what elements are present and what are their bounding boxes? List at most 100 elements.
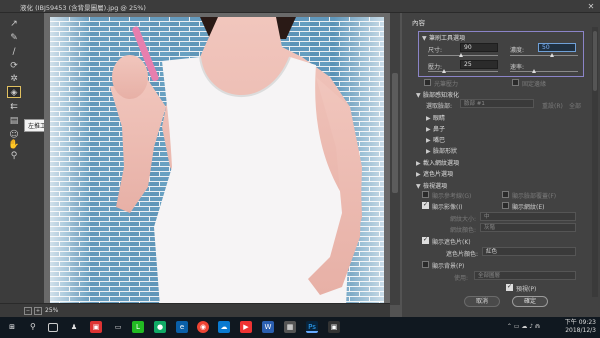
preview-checkbox[interactable]	[506, 283, 513, 291]
reconstruct-tool-icon[interactable]: ✎	[7, 32, 21, 44]
green-app-icon[interactable]: ●	[154, 321, 166, 333]
load-mesh-header[interactable]: ▶ 載入網紋選項	[416, 158, 459, 167]
smooth-tool-icon[interactable]: ∕	[7, 46, 21, 58]
task-view-icon[interactable]	[48, 323, 58, 332]
windows-start-icon[interactable]: ⊞	[6, 321, 18, 333]
twirl-tool-icon[interactable]: ⟳	[7, 60, 21, 72]
preview-image[interactable]	[50, 17, 384, 307]
red-app-icon[interactable]: ▣	[90, 321, 102, 333]
eyes-section[interactable]: ▶ 眼睛	[426, 113, 445, 122]
mesh-size-label: 網紋大小:	[450, 216, 477, 223]
show-image-label: 顯示影像(I)	[432, 204, 463, 211]
expand-triangle-icon: ▶	[416, 160, 421, 167]
show-image-checkbox[interactable]	[422, 201, 429, 209]
zoom-out-icon[interactable]: −	[24, 307, 32, 315]
photoshop-app-icon[interactable]: Ps	[306, 321, 318, 333]
preview-photo	[50, 17, 384, 307]
size-field[interactable]: 90	[460, 43, 498, 52]
forward-warp-tool-icon[interactable]: ↗	[7, 18, 21, 30]
face-aware-header[interactable]: ▼ 臉部感知液化	[416, 90, 459, 99]
use-dropdown[interactable]: 全部圖層	[474, 271, 576, 280]
system-tray-icons[interactable]: ⌃ ▭ ☁ ♪ ⋒	[507, 323, 540, 330]
mesh-size-dropdown[interactable]: 中	[480, 212, 576, 221]
size-slider[interactable]	[428, 55, 498, 56]
clock[interactable]: 下午 09:23 2018/12/3	[565, 319, 596, 335]
mask-color-label: 遮色片顏色:	[446, 251, 479, 258]
folder-icon[interactable]: ▭	[112, 321, 124, 333]
mask-color-dropdown[interactable]: 紅色	[482, 247, 576, 256]
zoom-level[interactable]: 25%	[45, 307, 58, 314]
pressure-slider[interactable]	[428, 71, 498, 72]
pucker-tool-icon[interactable]: ✲	[7, 73, 21, 85]
density-field[interactable]: 50	[538, 43, 576, 52]
line-app-icon[interactable]: L	[132, 321, 144, 333]
density-label: 濃度:	[510, 47, 525, 54]
pressure-slider-knob[interactable]	[442, 69, 446, 73]
pin-edges-checkbox[interactable]	[512, 79, 519, 86]
edge-browser-icon[interactable]: e	[176, 321, 188, 333]
liquify-toolbar: ↗ ✎ ∕ ⟳ ✲ ◈ ⇇ ▤ ☺ ✋ ⚲ 左推工具 (O)	[0, 13, 68, 305]
collapse-triangle-icon: ▼	[422, 35, 427, 42]
panel-title: 內容	[412, 19, 425, 27]
bloat-tool-icon[interactable]: ◈	[7, 86, 21, 98]
clock-time: 下午 09:23	[564, 319, 596, 326]
show-guides-checkbox[interactable]	[422, 191, 429, 198]
ok-button[interactable]: 確定	[512, 296, 548, 307]
freeze-mask-tool-icon[interactable]: ▤	[7, 115, 21, 127]
density-slider-knob[interactable]	[550, 53, 554, 57]
scrollbar-thumb[interactable]	[392, 73, 398, 193]
canvas-scrollbar[interactable]	[390, 13, 400, 305]
show-mesh-checkbox[interactable]	[502, 202, 509, 209]
size-slider-knob[interactable]	[459, 53, 463, 57]
zoom-in-icon[interactable]: +	[34, 307, 42, 315]
windows-taskbar: ⊞ ⚲ ♟ ▣ ▭ L ● e ◉ ☁ ▶ W ▦ Ps ▣ ⌃ ▭ ☁ ♪ ⋒…	[0, 317, 600, 338]
show-backdrop-checkbox[interactable]	[422, 261, 429, 268]
show-face-overlay-checkbox[interactable]	[502, 191, 509, 198]
media-app-icon[interactable]: ▶	[240, 321, 252, 333]
mesh-color-label: 網紋顏色:	[450, 227, 477, 234]
stylus-pressure-checkbox[interactable]	[424, 79, 431, 86]
expand-triangle-icon: ▶	[426, 115, 431, 122]
onedrive-icon[interactable]: ☁	[218, 321, 230, 333]
search-icon[interactable]: ⚲	[30, 321, 40, 333]
chrome-browser-icon[interactable]: ◉	[197, 321, 209, 333]
push-left-tool-icon[interactable]: ⇇	[7, 101, 21, 113]
expand-triangle-icon: ▶	[426, 126, 431, 133]
mask-options-header[interactable]: ▶ 遮色片選項	[416, 169, 453, 178]
mesh-color-dropdown[interactable]: 灰階	[480, 223, 576, 232]
app-window-icon[interactable]: ▣	[328, 321, 340, 333]
reset-button[interactable]: 重設(R)	[542, 101, 563, 110]
canvas-area[interactable]	[44, 13, 390, 307]
show-guides-label: 顯示參考線(G)	[432, 193, 472, 200]
nose-section[interactable]: ▶ 鼻子	[426, 124, 445, 133]
collapse-triangle-icon: ▼	[416, 183, 421, 190]
view-options-header[interactable]: ▼ 檢視選項	[416, 181, 447, 190]
zoom-tool-icon[interactable]: ⚲	[7, 150, 21, 162]
mouth-section[interactable]: ▶ 嘴巴	[426, 135, 445, 144]
panel-scrollbar[interactable]	[592, 27, 598, 297]
use-label: 使用:	[454, 275, 469, 282]
density-slider[interactable]	[510, 55, 578, 56]
status-bar: − + 25%	[0, 303, 390, 317]
word-app-icon[interactable]: W	[262, 321, 274, 333]
pressure-field[interactable]: 25	[460, 60, 498, 69]
window-titlebar: 液化 (IBJ59453 (含背景圖層).jpg @ 25%) ✕	[0, 0, 600, 13]
show-mask-label: 顯示遮色片(K)	[432, 239, 471, 246]
pin-edges-label: 固定邊緣	[522, 81, 547, 88]
expand-triangle-icon: ▶	[426, 148, 431, 155]
brush-tool-options-header[interactable]: ▼ 筆刷工具選項	[422, 33, 465, 42]
panel-scrollbar-thumb[interactable]	[593, 31, 597, 91]
cancel-button[interactable]: 取消	[464, 296, 500, 307]
close-icon[interactable]: ✕	[584, 1, 598, 12]
show-mesh-label: 顯示網紋(E)	[512, 204, 545, 211]
face-shape-section[interactable]: ▶ 臉部形狀	[426, 146, 457, 155]
people-icon[interactable]: ♟	[68, 321, 80, 333]
select-face-dropdown[interactable]: 臉部 #1	[460, 99, 534, 108]
rate-slider-knob[interactable]	[532, 69, 536, 73]
app-window-icon[interactable]: ▦	[284, 321, 296, 333]
preview-label: 預視(P)	[516, 286, 537, 293]
expand-triangle-icon: ▶	[416, 171, 421, 178]
all-button[interactable]: 全部	[569, 101, 581, 110]
rate-slider[interactable]	[510, 71, 578, 72]
show-mask-checkbox[interactable]	[422, 236, 429, 244]
